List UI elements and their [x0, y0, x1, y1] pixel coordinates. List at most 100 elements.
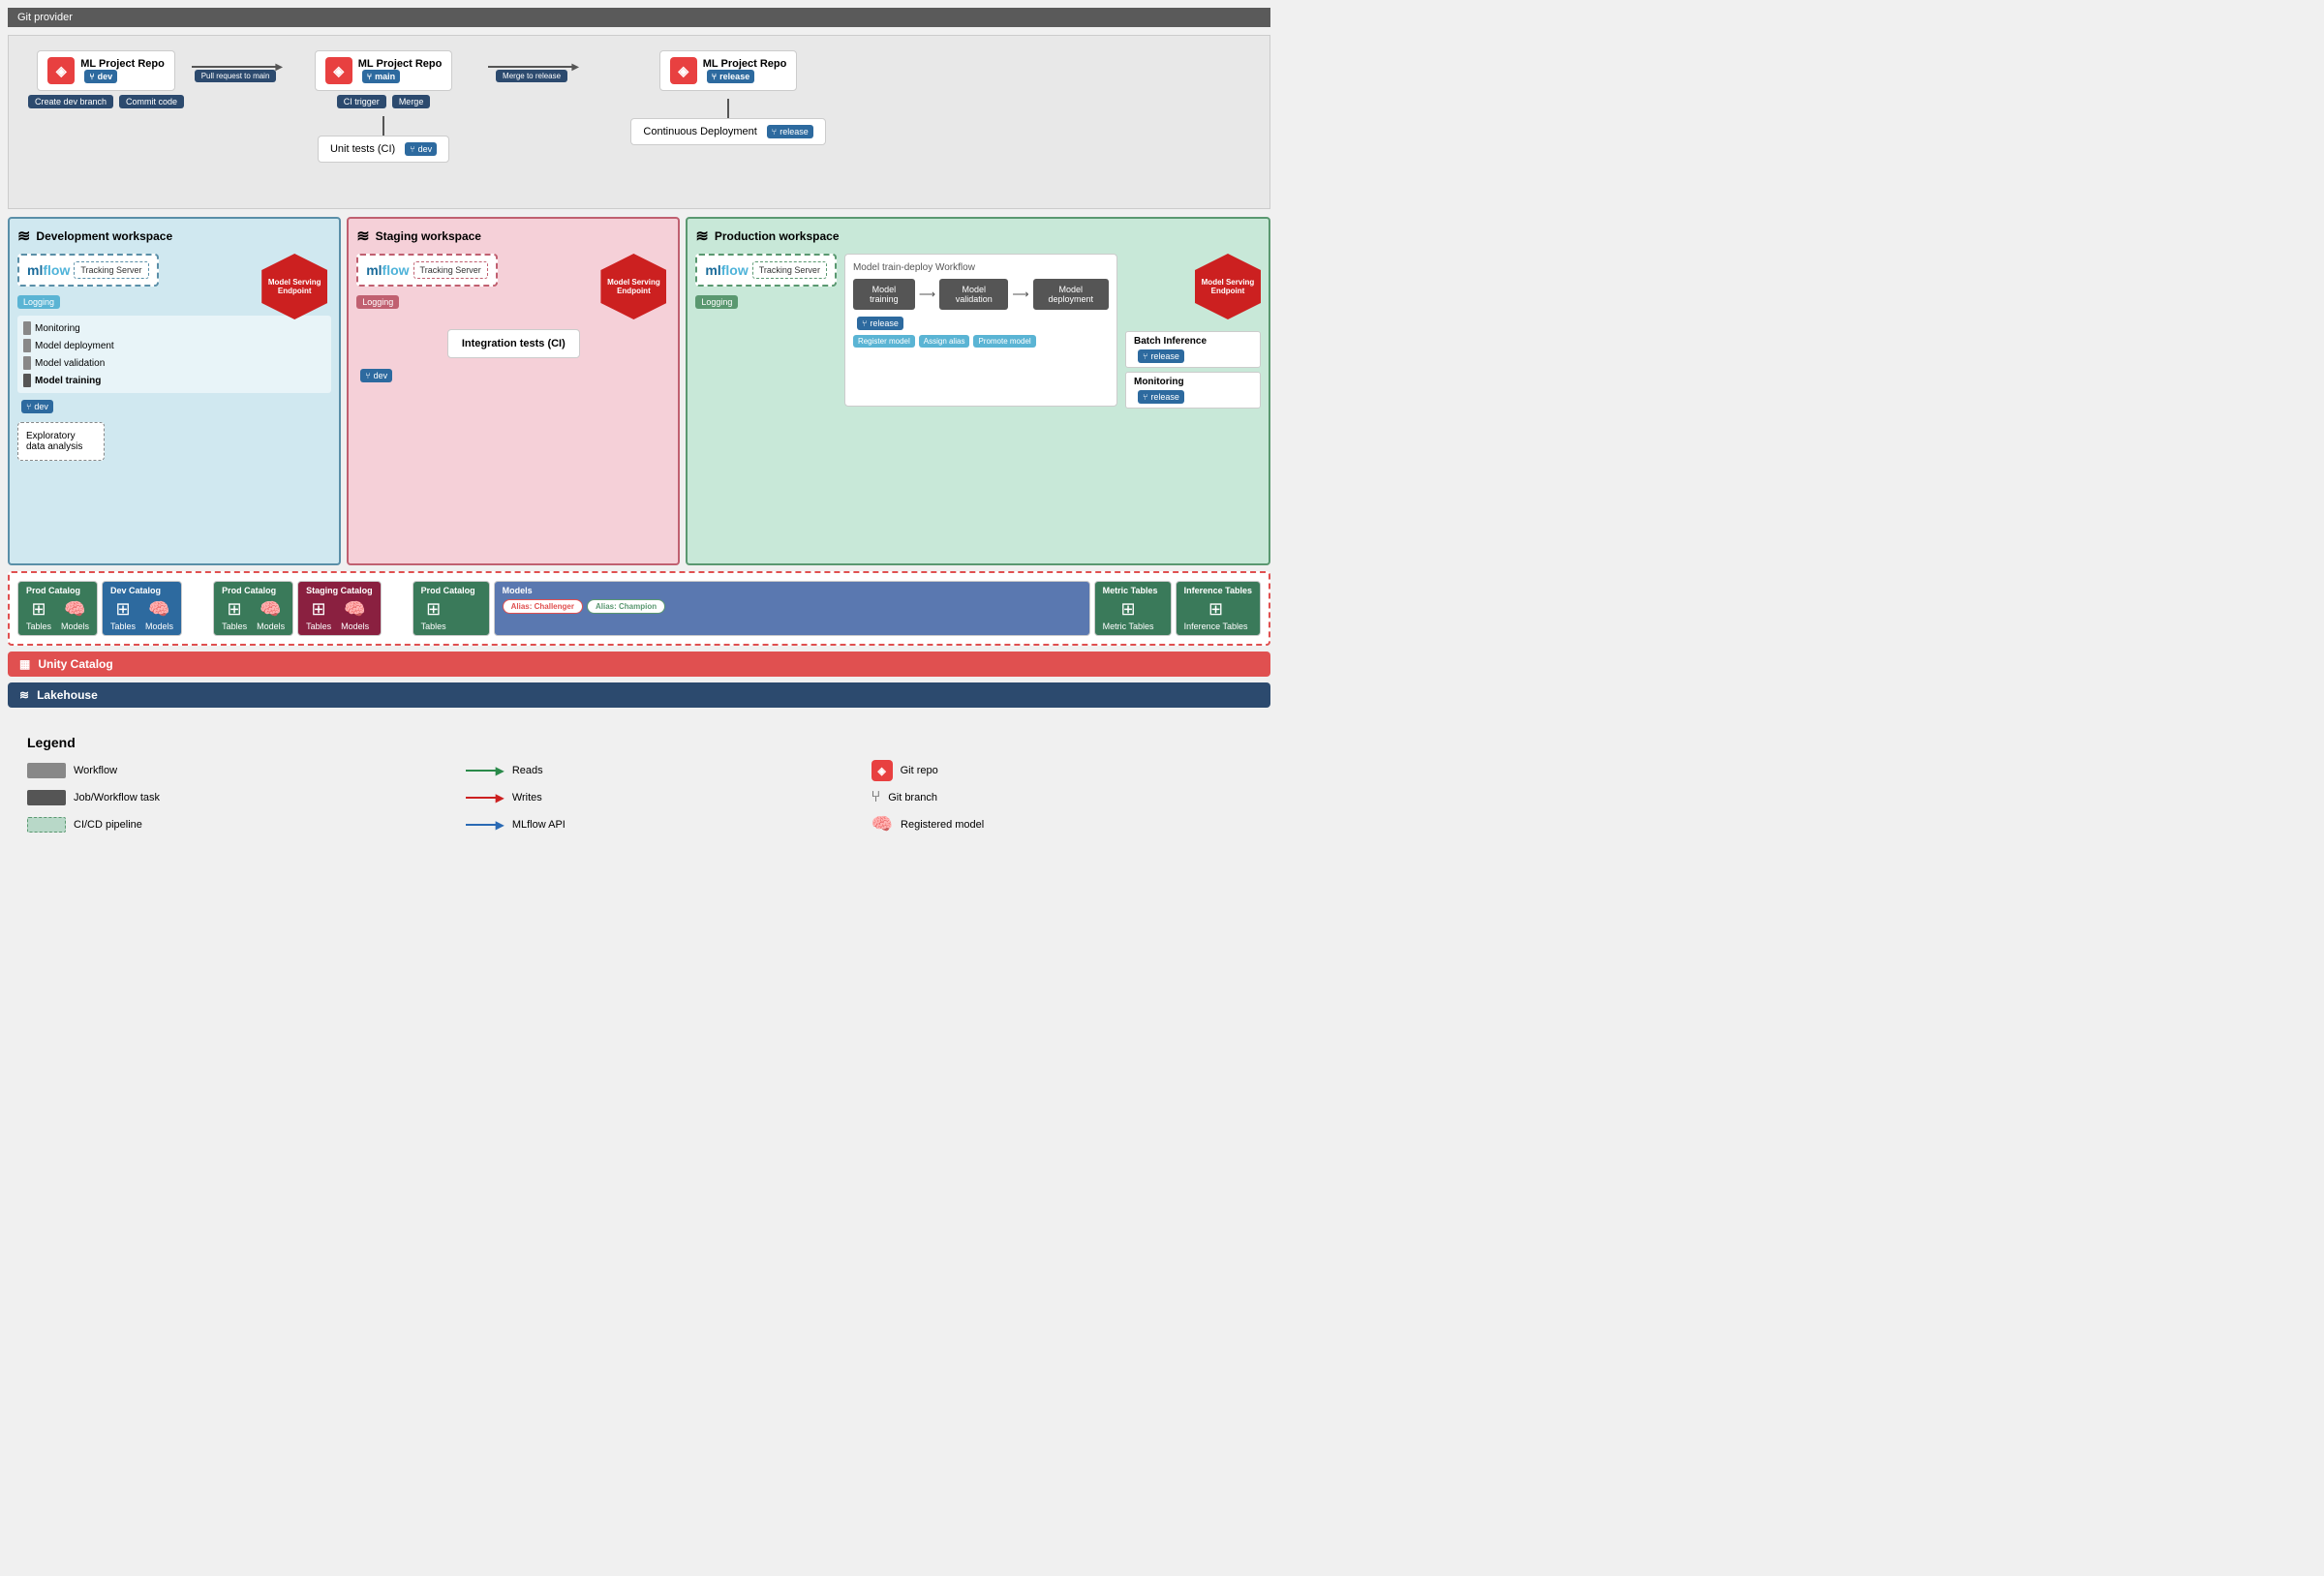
legend-reads-label: Reads — [512, 765, 543, 776]
dev-model-serving: Model Serving Endpoint — [261, 254, 327, 319]
prod-workflow-title: Model train-deploy Workflow — [853, 262, 1109, 273]
prod-prod-tables: ⊞ Tables — [421, 599, 446, 631]
cd-branch: ⑂ release — [767, 125, 813, 138]
legend-task-shape — [27, 790, 66, 805]
staging-model-serving: Model Serving Endpoint — [600, 254, 666, 319]
prod-release-badge: ⑂ release — [857, 317, 903, 330]
legend-git-repo-label: Git repo — [901, 765, 938, 776]
dev-workspace-title: ≋ Development workspace — [17, 227, 331, 246]
register-model-badge: Register model — [853, 335, 915, 348]
legend-cicd-shape — [27, 817, 66, 833]
repo1-branch: ⑂ dev — [84, 70, 117, 83]
assign-alias-badge: Assign alias — [919, 335, 970, 348]
arrow-right-2: ⟶ — [1012, 288, 1028, 301]
monitoring-box: Monitoring ⑂ release — [1125, 372, 1261, 409]
workspaces-row: ≋ Development workspace mlflow Tracking … — [8, 217, 1270, 565]
dev-mlflow-logo: mlflow — [27, 262, 70, 278]
legend-git-repo-icon: ◈ — [872, 760, 893, 781]
prod-metric-tables: Metric Tables ⊞ Metric Tables — [1094, 581, 1172, 636]
tables-icon-4: ⊞ — [312, 599, 326, 620]
staging-prod-catalog: Prod Catalog ⊞ Tables 🧠 Models — [213, 581, 293, 636]
monitoring-branch: ⑂ release — [1138, 390, 1184, 404]
unity-catalog-label: Unity Catalog — [38, 657, 112, 671]
dev-catalogs: Prod Catalog ⊞ Tables 🧠 Models Dev Catal… — [17, 581, 182, 636]
prod-prod-catalog-items: ⊞ Tables — [421, 599, 481, 631]
legend-writes: ▶ Writes — [466, 789, 833, 806]
step-model-deployment: Model deployment — [23, 337, 325, 354]
ci-trigger-label: CI trigger — [337, 95, 386, 108]
legend-registered-model-icon: 🧠 — [872, 814, 893, 834]
dev-dev-tables: ⊞ Tables — [110, 599, 136, 631]
staging-prod-models: 🧠 Models — [257, 599, 285, 631]
unity-catalog-bar: ▦ Unity Catalog — [8, 652, 1270, 677]
staging-staging-tables: ⊞ Tables — [306, 599, 331, 631]
model-deployment-step: Model deployment — [1033, 279, 1109, 310]
dev-workspace-icon: ≋ — [17, 227, 30, 246]
top-flow-section: ◈ ML Project Repo ⑂ dev Create dev branc… — [8, 35, 1270, 209]
legend-git-repo: ◈ Git repo — [872, 760, 1251, 781]
step-model-training: Model training — [23, 372, 325, 389]
step-bar-2 — [23, 339, 31, 352]
dev-mlflow-box: mlflow Tracking Server — [17, 254, 159, 287]
unity-catalog-icon: ▦ — [19, 657, 30, 671]
dev-dev-models: 🧠 Models — [145, 599, 173, 631]
repo2-name: ML Project Repo — [358, 58, 443, 70]
legend-cicd: CI/CD pipeline — [27, 814, 427, 834]
dev-prod-catalog-items: ⊞ Tables 🧠 Models — [26, 599, 89, 631]
models-icon-4: 🧠 — [344, 599, 365, 620]
dev-branch-badge: ⑂ dev — [21, 400, 53, 413]
batch-inference-box: Batch Inference ⑂ release — [1125, 331, 1261, 368]
legend-git-branch-icon: ⑂ — [872, 789, 881, 806]
legend-cicd-label: CI/CD pipeline — [74, 819, 142, 831]
models-icon-2: 🧠 — [148, 599, 169, 620]
dev-prod-models: 🧠 Models — [61, 599, 89, 631]
alias-challenger-badge: Alias: Challenger — [503, 599, 583, 614]
staging-workspace-title: ≋ Staging workspace — [356, 227, 670, 246]
staging-workspace: ≋ Staging workspace mlflow Tracking Serv… — [347, 217, 680, 565]
catalog-row: Prod Catalog ⊞ Tables 🧠 Models Dev Catal… — [17, 581, 1261, 636]
repo1-git-icon: ◈ — [47, 57, 75, 84]
legend-workflow-label: Workflow — [74, 765, 117, 776]
step-bar-4 — [23, 374, 31, 387]
staging-mlflow-logo: mlflow — [366, 262, 409, 278]
create-dev-branch-label: Create dev branch — [28, 95, 113, 108]
git-provider-bar: Git provider — [8, 8, 1270, 27]
repo1-name: ML Project Repo — [80, 58, 165, 70]
merge-label: Merge — [392, 95, 431, 108]
legend-git-branch-label: Git branch — [888, 792, 937, 803]
prod-workspace-title: ≋ Production workspace — [695, 227, 1261, 246]
prod-model-serving: Model Serving Endpoint — [1195, 254, 1261, 319]
staging-tracking-server: Tracking Server — [413, 261, 488, 279]
prod-prod-catalog: Prod Catalog ⊞ Tables — [413, 581, 490, 636]
staging-mlflow-box: mlflow Tracking Server — [356, 254, 498, 287]
legend-workflow-shape — [27, 763, 66, 778]
legend-title: Legend — [27, 735, 1251, 750]
legend-task-label: Job/Workflow task — [74, 792, 160, 803]
dev-dev-catalog-items: ⊞ Tables 🧠 Models — [110, 599, 173, 631]
metric-table-icon: ⊞ Metric Tables — [1103, 599, 1154, 631]
tables-icon-7: ⊞ — [1208, 599, 1223, 620]
dev-tracking-server: Tracking Server — [74, 261, 148, 279]
legend-writes-label: Writes — [512, 792, 542, 803]
lakehouse-label: Lakehouse — [37, 688, 98, 702]
eda-box: Exploratory data analysis — [17, 422, 105, 461]
dev-dev-catalog: Dev Catalog ⊞ Tables 🧠 Models — [102, 581, 182, 636]
arrow-right-1: ⟶ — [919, 288, 935, 301]
promote-model-badge: Promote model — [973, 335, 1035, 348]
dev-logging: Logging — [17, 295, 60, 309]
main-container: Git provider ◈ ML Project Repo ⑂ dev Cre… — [0, 0, 1278, 854]
unit-tests-branch: ⑂ dev — [405, 142, 437, 156]
catalogs-section: Prod Catalog ⊞ Tables 🧠 Models Dev Catal… — [8, 571, 1270, 646]
prod-inference-tables: Inference Tables ⊞ Inference Tables — [1176, 581, 1261, 636]
prod-workflow-box: Model train-deploy Workflow Model traini… — [844, 254, 1117, 407]
unit-tests-box: Unit tests (CI) ⑂ dev — [318, 136, 449, 163]
staging-prod-tables: ⊞ Tables — [222, 599, 247, 631]
git-provider-label: Git provider — [17, 12, 73, 23]
merge-to-release-arrow: Merge to release — [496, 70, 567, 82]
legend-reads: ▶ Reads — [466, 760, 833, 781]
lakehouse-icon: ≋ — [19, 688, 29, 702]
tables-icon-6: ⊞ — [1121, 599, 1136, 620]
step-bar-1 — [23, 321, 31, 335]
legend-git-branch: ⑂ Git branch — [872, 789, 1251, 806]
repo2-box: ◈ ML Project Repo ⑂ main — [315, 50, 453, 91]
